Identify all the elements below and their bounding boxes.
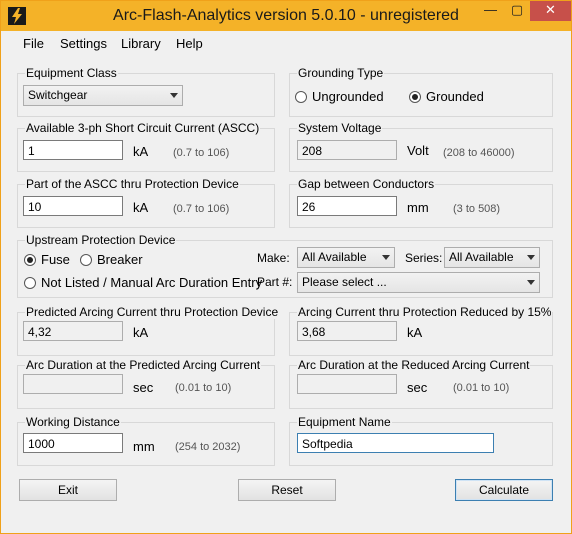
grounded-label: Grounded [426, 89, 484, 104]
gap-range: (3 to 508) [453, 203, 501, 215]
ascc-range: (0.7 to 106) [173, 147, 230, 159]
fuse-label: Fuse [41, 252, 70, 267]
title-bar: Arc-Flash-Analytics version 5.0.10 - unr… [1, 1, 571, 31]
reduced-current-unit: kA [407, 325, 423, 340]
equipment-name-input[interactable]: Softpedia [297, 433, 494, 453]
close-button[interactable]: ✕ [530, 1, 571, 21]
radio-grounded[interactable] [409, 91, 421, 103]
menu-settings[interactable]: Settings [60, 36, 107, 51]
part-select[interactable]: Please select ... [297, 272, 540, 293]
breaker-label: Breaker [97, 252, 143, 267]
equipment-class-select[interactable]: Switchgear [23, 85, 183, 106]
ascc-part-unit: kA [133, 200, 149, 215]
radio-fuse[interactable] [24, 254, 36, 266]
gap-input[interactable]: 26 [297, 196, 397, 216]
ascc-unit: kA [133, 144, 149, 159]
make-value: All Available [302, 250, 367, 264]
series-value: All Available [449, 250, 514, 264]
minimize-button[interactable]: — [477, 1, 504, 21]
menu-help[interactable]: Help [176, 36, 203, 51]
system-voltage-range: (208 to 46000) [443, 147, 515, 159]
chevron-down-icon [170, 93, 178, 98]
reduced-current-output: 3,68 [297, 321, 397, 341]
ascc-part-range: (0.7 to 106) [173, 203, 230, 215]
equipment-class-label: Equipment Class [25, 66, 118, 80]
menu-library[interactable]: Library [121, 36, 161, 51]
series-select[interactable]: All Available [444, 247, 540, 268]
arc-duration-reduced-unit: sec [407, 380, 428, 395]
working-distance-label: Working Distance [25, 415, 121, 429]
arc-duration-predicted-unit: sec [133, 380, 154, 395]
make-label: Make: [257, 251, 290, 265]
menu-bar: File Settings Library Help [1, 31, 571, 55]
reduced-current-label: Arcing Current thru Protection Reduced b… [297, 305, 553, 319]
menu-file[interactable]: File [23, 36, 44, 51]
maximize-button[interactable]: ▢ [504, 1, 530, 21]
equipment-name-label: Equipment Name [297, 415, 392, 429]
arc-duration-predicted-label: Arc Duration at the Predicted Arcing Cur… [25, 358, 262, 372]
arc-duration-reduced-label: Arc Duration at the Reduced Arcing Curre… [297, 358, 531, 372]
grounding-label: Grounding Type [297, 66, 385, 80]
make-select[interactable]: All Available [297, 247, 395, 268]
calculate-button[interactable]: Calculate [455, 479, 553, 501]
chevron-down-icon [382, 255, 390, 260]
gap-label: Gap between Conductors [297, 177, 436, 191]
ungrounded-label: Ungrounded [312, 89, 384, 104]
predicted-current-label: Predicted Arcing Current thru Protection… [25, 305, 280, 319]
radio-not-listed[interactable] [24, 277, 36, 289]
working-distance-unit: mm [133, 439, 155, 454]
predicted-current-unit: kA [133, 325, 149, 340]
part-value: Please select ... [302, 275, 387, 289]
reset-button[interactable]: Reset [238, 479, 336, 501]
system-voltage-unit: Volt [407, 143, 429, 158]
arc-duration-predicted-range: (0.01 to 10) [175, 382, 232, 394]
radio-breaker[interactable] [80, 254, 92, 266]
radio-ungrounded[interactable] [295, 91, 307, 103]
working-distance-input[interactable]: 1000 [23, 433, 123, 453]
working-distance-range: (254 to 2032) [175, 441, 241, 453]
arc-duration-reduced-input[interactable] [297, 374, 397, 394]
arc-duration-reduced-range: (0.01 to 10) [453, 382, 510, 394]
gap-unit: mm [407, 200, 429, 215]
predicted-current-output: 4,32 [23, 321, 123, 341]
equipment-class-value: Switchgear [28, 88, 88, 102]
chevron-down-icon [527, 255, 535, 260]
part-label: Part #: [257, 275, 293, 289]
exit-button[interactable]: Exit [19, 479, 117, 501]
ascc-part-label: Part of the ASCC thru Protection Device [25, 177, 240, 191]
upstream-label: Upstream Protection Device [25, 233, 177, 247]
chevron-down-icon [527, 280, 535, 285]
ascc-input[interactable]: 1 [23, 140, 123, 160]
ascc-label: Available 3-ph Short Circuit Current (AS… [25, 121, 261, 135]
ascc-part-input[interactable]: 10 [23, 196, 123, 216]
app-window: Arc-Flash-Analytics version 5.0.10 - unr… [0, 0, 572, 534]
arc-duration-predicted-input[interactable] [23, 374, 123, 394]
not-listed-label: Not Listed / Manual Arc Duration Entry [41, 275, 263, 290]
system-voltage-label: System Voltage [297, 121, 383, 135]
series-label: Series: [405, 251, 443, 265]
system-voltage-input[interactable]: 208 [297, 140, 397, 160]
